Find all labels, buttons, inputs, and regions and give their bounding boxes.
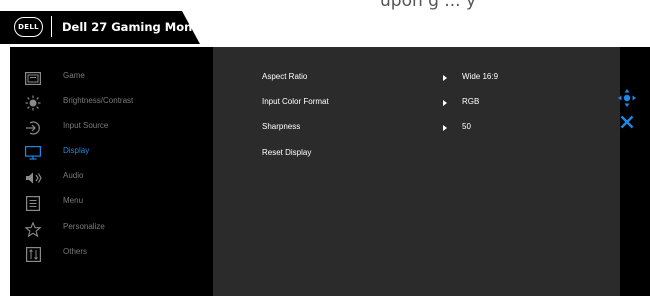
sidebar-item-others[interactable]: Others (10, 243, 213, 265)
submenu-arrow-icon (443, 125, 447, 131)
sidebar-item-brightness-contrast[interactable]: Brightness/Contrast (10, 92, 213, 114)
setting-value: RGB (462, 97, 480, 106)
setting-row-reset-display[interactable]: Reset Display (213, 145, 620, 163)
display-settings-panel: Aspect Ratio Wide 16:9 Input Color Forma… (213, 47, 620, 296)
joystick-navigate-icon[interactable] (617, 88, 637, 112)
sidebar-item-label: Game (63, 71, 85, 80)
header-divider (51, 16, 52, 37)
sidebar-item-personalize[interactable]: Personalize (10, 218, 213, 240)
input-source-icon (24, 119, 42, 137)
clipped-top-text: upon g ... y (380, 0, 477, 11)
audio-icon (24, 169, 42, 187)
sidebar-item-label: Others (63, 247, 88, 256)
sidebar-item-label: Personalize (63, 222, 105, 231)
display-icon (24, 144, 42, 162)
star-icon (24, 220, 42, 238)
sidebar-item-label: Input Source (63, 121, 109, 130)
sidebar-item-input-source[interactable]: Input Source (10, 117, 213, 139)
sidebar-item-game[interactable]: Game (10, 67, 213, 89)
osd-control-bar (620, 47, 650, 296)
sidebar-item-audio[interactable]: Audio (10, 167, 213, 189)
sidebar-item-display[interactable]: Display (10, 142, 213, 164)
sidebar-item-label: Display (63, 146, 90, 155)
game-icon (24, 69, 42, 87)
close-icon[interactable] (620, 114, 634, 133)
menu-icon (24, 194, 42, 212)
osd-menu-panel: Game Brightness/Contrast Input Source Di… (10, 47, 650, 296)
dell-logo: DELL (14, 17, 43, 37)
setting-row-sharpness[interactable]: Sharpness 50 (213, 119, 620, 137)
setting-label: Reset Display (262, 148, 312, 157)
setting-value: 50 (462, 122, 471, 131)
setting-row-input-color-format[interactable]: Input Color Format RGB (213, 94, 620, 112)
others-icon (24, 245, 42, 263)
osd-sidebar: Game Brightness/Contrast Input Source Di… (10, 47, 213, 296)
submenu-arrow-icon (443, 75, 447, 81)
setting-row-aspect-ratio[interactable]: Aspect Ratio Wide 16:9 (213, 69, 620, 87)
submenu-arrow-icon (443, 100, 447, 106)
setting-value: Wide 16:9 (462, 72, 499, 81)
sidebar-item-label: Menu (63, 196, 84, 205)
brightness-icon (24, 94, 42, 112)
setting-label: Sharpness (262, 122, 301, 131)
sidebar-item-label: Brightness/Contrast (63, 96, 134, 105)
setting-label: Aspect Ratio (262, 72, 308, 81)
setting-label: Input Color Format (262, 97, 329, 106)
monitor-model-title: Dell 27 Gaming Monitor (62, 20, 216, 34)
monitor-header-tab: DELL Dell 27 Gaming Monitor (0, 11, 215, 44)
sidebar-item-menu[interactable]: Menu (10, 192, 213, 214)
sidebar-item-label: Audio (63, 171, 84, 180)
